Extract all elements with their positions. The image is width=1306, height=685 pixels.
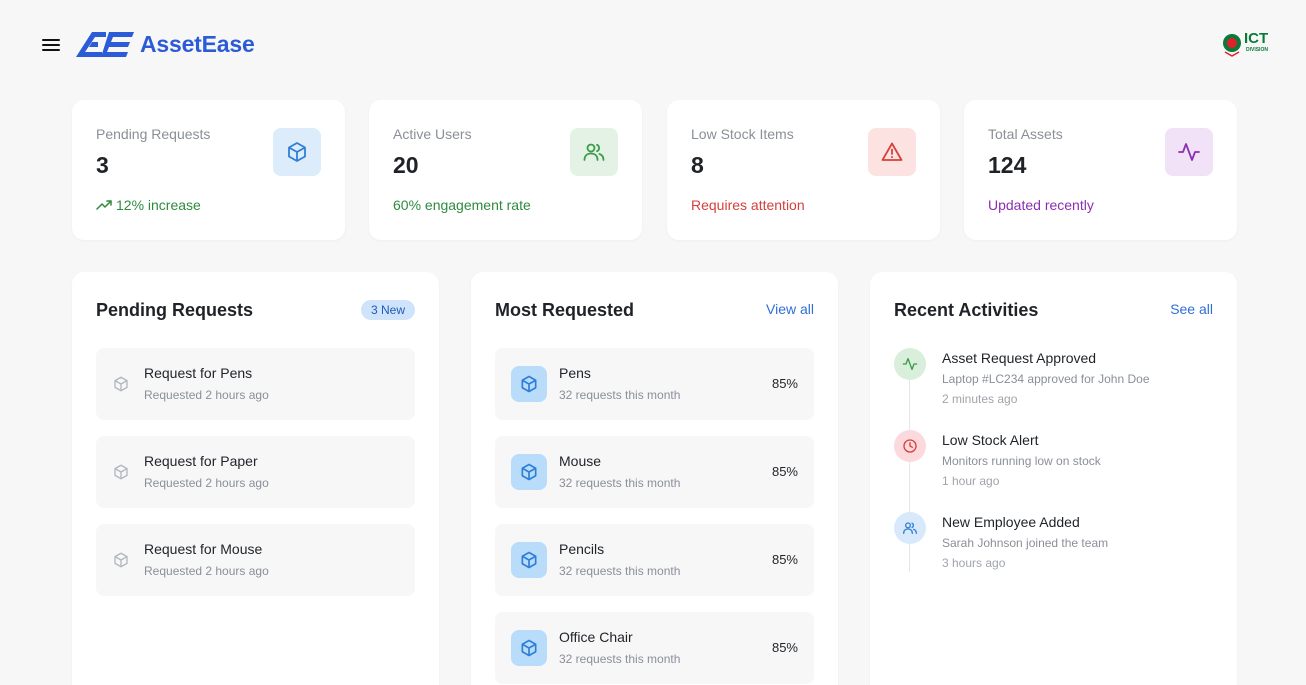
item-requests: 32 requests this month [559,476,681,490]
item-percentage: 85% [771,376,798,391]
panel-title: Most Requested [495,300,635,320]
activity-icon [1165,128,1213,176]
item-percentage: 85% [771,552,798,567]
list-item[interactable]: Request for Mouse Requested 2 hours ago [96,524,415,596]
panel-title: Recent Activities [894,300,1039,320]
clock-icon [894,430,926,462]
box-icon [511,366,547,402]
stat-label: Pending Requests [96,126,211,142]
recent-activities-panel: Recent Activities See all Asset Request … [870,272,1237,685]
stat-foot-text: Requires attention [691,197,805,213]
box-icon [273,128,321,176]
stat-card-active-users[interactable]: Active Users 20 60% engagement rate [369,100,642,240]
list-item[interactable]: Pens 32 requests this month 85% [495,348,814,420]
stat-card-pending-requests[interactable]: Pending Requests 3 12% increase [72,100,345,240]
org-logo-sub: DIVISION [1246,47,1268,53]
item-name: Pens [559,365,591,381]
most-requested-panel: Most Requested View all Pens 32 requests… [471,272,838,685]
stat-value: 8 [691,152,704,178]
stat-foot-text: 12% increase [116,197,201,213]
stat-foot: 60% engagement rate [393,197,531,213]
activity-time: 2 minutes ago [942,392,1018,406]
item-name: Office Chair [559,629,633,645]
list-item[interactable]: Pencils 32 requests this month 85% [495,524,814,596]
list-item[interactable]: Request for Paper Requested 2 hours ago [96,436,415,508]
item-requests: 32 requests this month [559,652,681,666]
top-bar: AssetEase ICT DIVISION [0,0,1306,90]
org-logo: ICT DIVISION [1222,30,1270,62]
app-logo[interactable]: AssetEase [76,30,255,58]
activity-title: Low Stock Alert [942,432,1039,448]
new-count-badge: 3 New [360,300,415,320]
app-name: AssetEase [140,30,255,57]
users-icon [894,512,926,544]
activity-item[interactable]: Asset Request Approved Laptop #LC234 app… [894,348,1214,418]
item-requests: 32 requests this month [559,564,681,578]
stat-foot: Requires attention [691,197,805,213]
list-item[interactable]: Mouse 32 requests this month 85% [495,436,814,508]
activity-description: Monitors running low on stock [942,454,1101,468]
request-time: Requested 2 hours ago [144,564,269,578]
org-emblem-icon [1223,34,1241,57]
assetease-logo-icon [76,32,134,57]
panel-title: Pending Requests [96,300,254,320]
box-icon [511,542,547,578]
see-all-link[interactable]: See all [1170,301,1213,317]
stat-label: Active Users [393,126,472,142]
org-logo-text: ICT [1244,30,1269,47]
activity-title: New Employee Added [942,514,1080,530]
pending-requests-panel: Pending Requests 3 New Request for Pens … [72,272,439,685]
list-item[interactable]: Office Chair 32 requests this month 85% [495,612,814,684]
box-icon [511,630,547,666]
stat-foot: 12% increase [96,197,201,213]
box-icon [114,376,128,392]
request-title: Request for Paper [144,453,258,469]
activity-icon [894,348,926,380]
stat-card-total-assets[interactable]: Total Assets 124 Updated recently [964,100,1237,240]
request-title: Request for Mouse [144,541,263,557]
stat-foot-text: Updated recently [988,197,1094,213]
stat-value: 124 [988,152,1027,178]
item-name: Pencils [559,541,605,557]
trending-up-icon [96,200,112,210]
stat-foot-text: 60% engagement rate [393,197,531,213]
box-icon [511,454,547,490]
request-title: Request for Pens [144,365,253,381]
users-icon [570,128,618,176]
box-icon [114,552,128,568]
request-time: Requested 2 hours ago [144,388,269,402]
stat-value: 20 [393,152,419,178]
activity-time: 3 hours ago [942,556,1006,570]
alert-triangle-icon [868,128,916,176]
activity-time: 1 hour ago [942,474,1000,488]
view-all-link[interactable]: View all [766,301,814,317]
stat-label: Total Assets [988,126,1063,142]
stat-card-low-stock[interactable]: Low Stock Items 8 Requires attention [667,100,940,240]
request-time: Requested 2 hours ago [144,476,269,490]
item-name: Mouse [559,453,602,469]
box-icon [114,464,128,480]
activity-item[interactable]: Low Stock Alert Monitors running low on … [894,430,1214,500]
activity-description: Laptop #LC234 approved for John Doe [942,372,1150,386]
item-percentage: 85% [771,640,798,655]
list-item[interactable]: Request for Pens Requested 2 hours ago [96,348,415,420]
activity-item[interactable]: New Employee Added Sarah Johnson joined … [894,512,1214,582]
menu-icon[interactable] [40,36,64,56]
activity-title: Asset Request Approved [942,350,1097,366]
activity-description: Sarah Johnson joined the team [942,536,1109,550]
stat-value: 3 [96,152,109,178]
stat-foot: Updated recently [988,197,1094,213]
item-percentage: 85% [771,464,798,479]
stat-label: Low Stock Items [691,126,794,142]
item-requests: 32 requests this month [559,388,681,402]
